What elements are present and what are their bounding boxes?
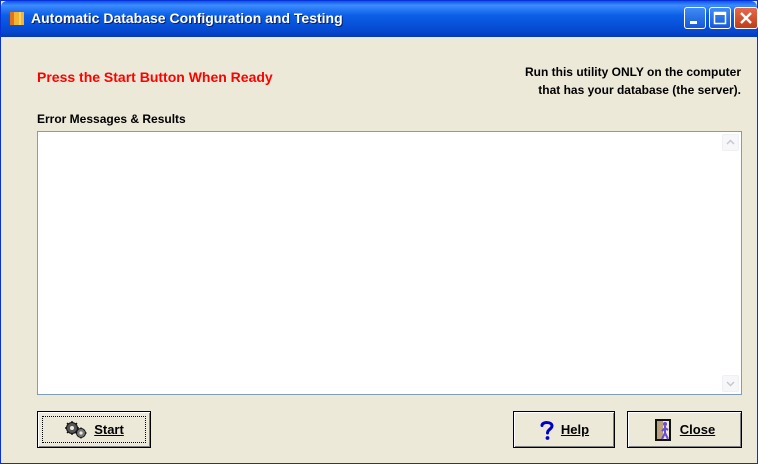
start-prompt: Press the Start Button When Ready [37, 69, 273, 85]
minimize-button[interactable] [684, 7, 706, 29]
scroll-down-button[interactable] [722, 375, 739, 392]
help-button[interactable]: Help [513, 411, 615, 448]
title-bar[interactable]: Automatic Database Configuration and Tes… [1, 1, 758, 37]
close-button[interactable]: Close [627, 411, 742, 448]
server-note-line-1: Run this utility ONLY on the computer [524, 65, 741, 79]
results-label: Error Messages & Results [37, 112, 186, 126]
focus-rectangle [42, 416, 146, 443]
maximize-button[interactable] [709, 7, 731, 29]
door-exit-icon [654, 418, 671, 441]
close-x-icon [740, 12, 752, 24]
dialog-window: Automatic Database Configuration and Tes… [0, 0, 758, 464]
window-title: Automatic Database Configuration and Tes… [31, 10, 343, 26]
chevron-up-icon [726, 139, 735, 145]
chevron-down-icon [726, 381, 735, 387]
close-window-button[interactable] [734, 7, 758, 29]
book-icon [10, 12, 24, 25]
scroll-up-button[interactable] [722, 134, 739, 151]
server-note-line-2: that has your database (the server). [538, 83, 741, 97]
vertical-scrollbar[interactable] [722, 134, 739, 392]
maximize-icon [713, 11, 727, 25]
close-button-label: Close [679, 422, 716, 437]
server-note: Run this utility ONLY on the computer th… [525, 63, 741, 99]
minimize-icon [690, 21, 697, 24]
question-mark-icon [540, 420, 554, 440]
results-textarea[interactable] [37, 131, 742, 395]
start-button[interactable]: Start [37, 411, 151, 448]
help-button-label: Help [560, 422, 590, 437]
